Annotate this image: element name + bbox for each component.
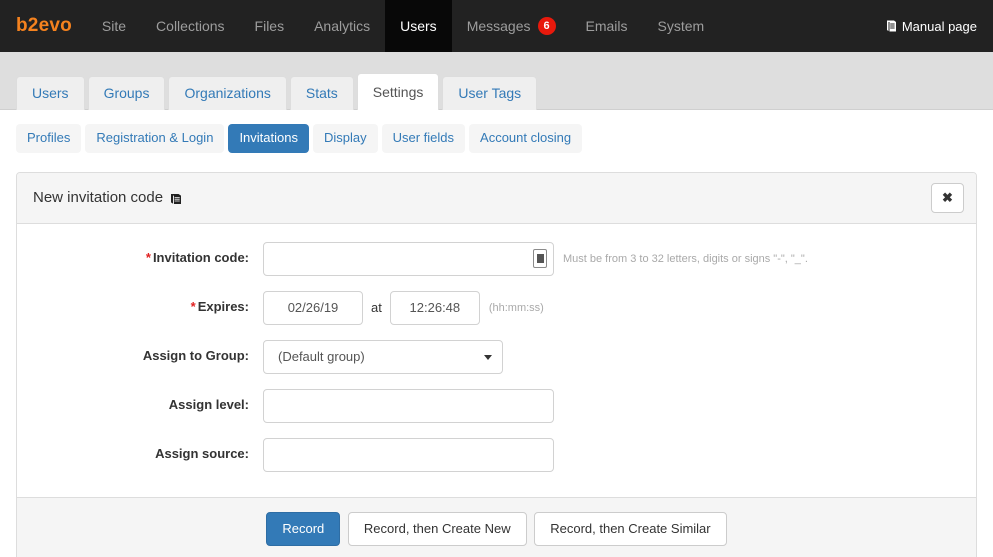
invitation-code-control: Must be from 3 to 32 letters, digits or … (263, 241, 808, 276)
field-row-assign-level: Assign level: (33, 388, 960, 423)
nav-item-label: Emails (585, 18, 628, 34)
close-icon: ✖ (942, 189, 953, 205)
assign-level-control (263, 388, 554, 423)
invitation-code-input-wrap (263, 241, 554, 276)
sub-tabs: Profiles Registration & Login Invitation… (0, 110, 993, 167)
tab-stats[interactable]: Stats (289, 76, 354, 110)
assign-group-control: (Default group) (263, 339, 503, 374)
messages-badge: 6 (537, 17, 556, 35)
nav-item-label: Site (101, 18, 127, 34)
record-button[interactable]: Record (266, 511, 341, 546)
generate-code-icon[interactable] (533, 248, 547, 268)
panel-title-text: New invitation code (33, 189, 164, 207)
nav-item-emails[interactable]: Emails (571, 0, 643, 52)
expires-label: * Expires: (33, 291, 263, 314)
subtab-label: Profiles (27, 130, 71, 145)
tab-users[interactable]: Users (16, 76, 85, 110)
manual-book-icon[interactable] (170, 192, 182, 204)
tab-organizations[interactable]: Organizations (168, 76, 287, 110)
navbar-items: Site Collections Files Analytics Users M… (87, 0, 719, 52)
nav-item-label: Analytics (314, 18, 371, 34)
expires-at-text: at (371, 300, 382, 316)
record-then-create-new-button[interactable]: Record, then Create New (347, 511, 527, 546)
invitation-code-input[interactable] (263, 241, 554, 276)
subtab-registration-login[interactable]: Registration & Login (85, 124, 225, 153)
tab-label: Organizations (184, 85, 271, 101)
expires-control: at (hh:mm:ss) (263, 290, 544, 325)
tab-label: Users (32, 85, 69, 101)
record-then-create-similar-button[interactable]: Record, then Create Similar (534, 511, 727, 546)
subtab-label: Display (323, 130, 367, 145)
expires-time-input[interactable] (389, 290, 480, 325)
assign-source-label: Assign source: (155, 445, 249, 461)
field-row-invitation-code: * Invitation code: Must be from 3 to 32 l… (33, 241, 960, 276)
subtab-label: Invitations (239, 130, 298, 145)
assign-group-select-wrap: (Default group) (263, 339, 503, 374)
nav-item-analytics[interactable]: Analytics (299, 0, 385, 52)
nav-item-users[interactable]: Users (385, 0, 452, 52)
nav-item-label: Files (254, 18, 285, 34)
top-navbar: b2evo Site Collections Files Analytics U… (0, 0, 993, 52)
assign-level-label: Assign level: (168, 396, 249, 412)
navbar-right: Manual page (886, 0, 993, 52)
book-icon (886, 20, 897, 32)
required-marker: * (190, 298, 196, 314)
nav-item-label: Collections (156, 18, 225, 34)
label-text: Expires: (197, 298, 249, 314)
subtab-profiles[interactable]: Profiles (16, 124, 82, 153)
tab-label: User Tags (458, 85, 522, 101)
close-panel-button[interactable]: ✖ (931, 182, 964, 213)
nav-item-label: Users (400, 18, 437, 34)
invitation-code-hint: Must be from 3 to 32 letters, digits or … (563, 252, 808, 265)
field-row-assign-group: Assign to Group: (Default group) (33, 339, 960, 374)
field-row-expires: *Expires: at (hh:mm:ss) (33, 290, 960, 325)
subtab-invitations[interactable]: Invitations (228, 124, 309, 153)
tab-settings[interactable]: Settings (356, 73, 440, 110)
subtab-account-closing[interactable]: Account closing (469, 124, 583, 153)
assign-source-input[interactable] (263, 437, 554, 472)
nav-item-label: Messages (466, 18, 531, 34)
manual-page-label: Manual page (901, 18, 977, 34)
panel-body: * Invitation code: Must be from 3 to 32 l… (17, 224, 976, 497)
tab-label: Stats (305, 85, 338, 101)
subtab-user-fields[interactable]: User fields (381, 124, 466, 153)
main-tabs: Users Groups Organizations Stats Setting… (0, 52, 993, 110)
subtab-label: Account closing (480, 130, 572, 145)
expires-hint: (hh:mm:ss) (488, 301, 544, 314)
panel-footer: Record Record, then Create New Record, t… (17, 496, 976, 557)
tab-label: Groups (103, 85, 150, 101)
required-marker: * (145, 249, 151, 265)
label-text: Invitation code: (152, 249, 249, 265)
panel-title: New invitation code (33, 189, 182, 207)
subtab-label: User fields (392, 130, 455, 145)
expires-date-input[interactable] (263, 290, 363, 325)
nav-item-collections[interactable]: Collections (141, 0, 239, 52)
nav-item-system[interactable]: System (643, 0, 720, 52)
invitation-code-label: * Invitation code: (33, 242, 263, 265)
nav-item-site[interactable]: Site (87, 0, 141, 52)
nav-item-files[interactable]: Files (240, 0, 300, 52)
new-invitation-code-panel: New invitation code ✖ *Invitation code: (16, 171, 977, 557)
manual-page-link[interactable]: Manual page (886, 19, 977, 34)
tab-user-tags[interactable]: User Tags (442, 76, 538, 110)
brand-logo[interactable]: b2evo (0, 0, 87, 52)
panel-header: New invitation code ✖ (17, 172, 976, 224)
assign-group-label: Assign to Group: (142, 347, 249, 363)
subtab-display[interactable]: Display (312, 124, 378, 153)
nav-item-messages[interactable]: Messages 6 (452, 0, 571, 52)
tab-groups[interactable]: Groups (87, 76, 166, 110)
tab-label: Settings (372, 84, 424, 100)
field-row-assign-source: Assign source: (33, 437, 960, 472)
nav-item-label: System (657, 18, 705, 34)
subtab-label: Registration & Login (96, 130, 214, 145)
assign-group-select[interactable]: (Default group) (263, 339, 503, 374)
assign-source-control (263, 437, 554, 472)
assign-level-input[interactable] (263, 388, 554, 423)
